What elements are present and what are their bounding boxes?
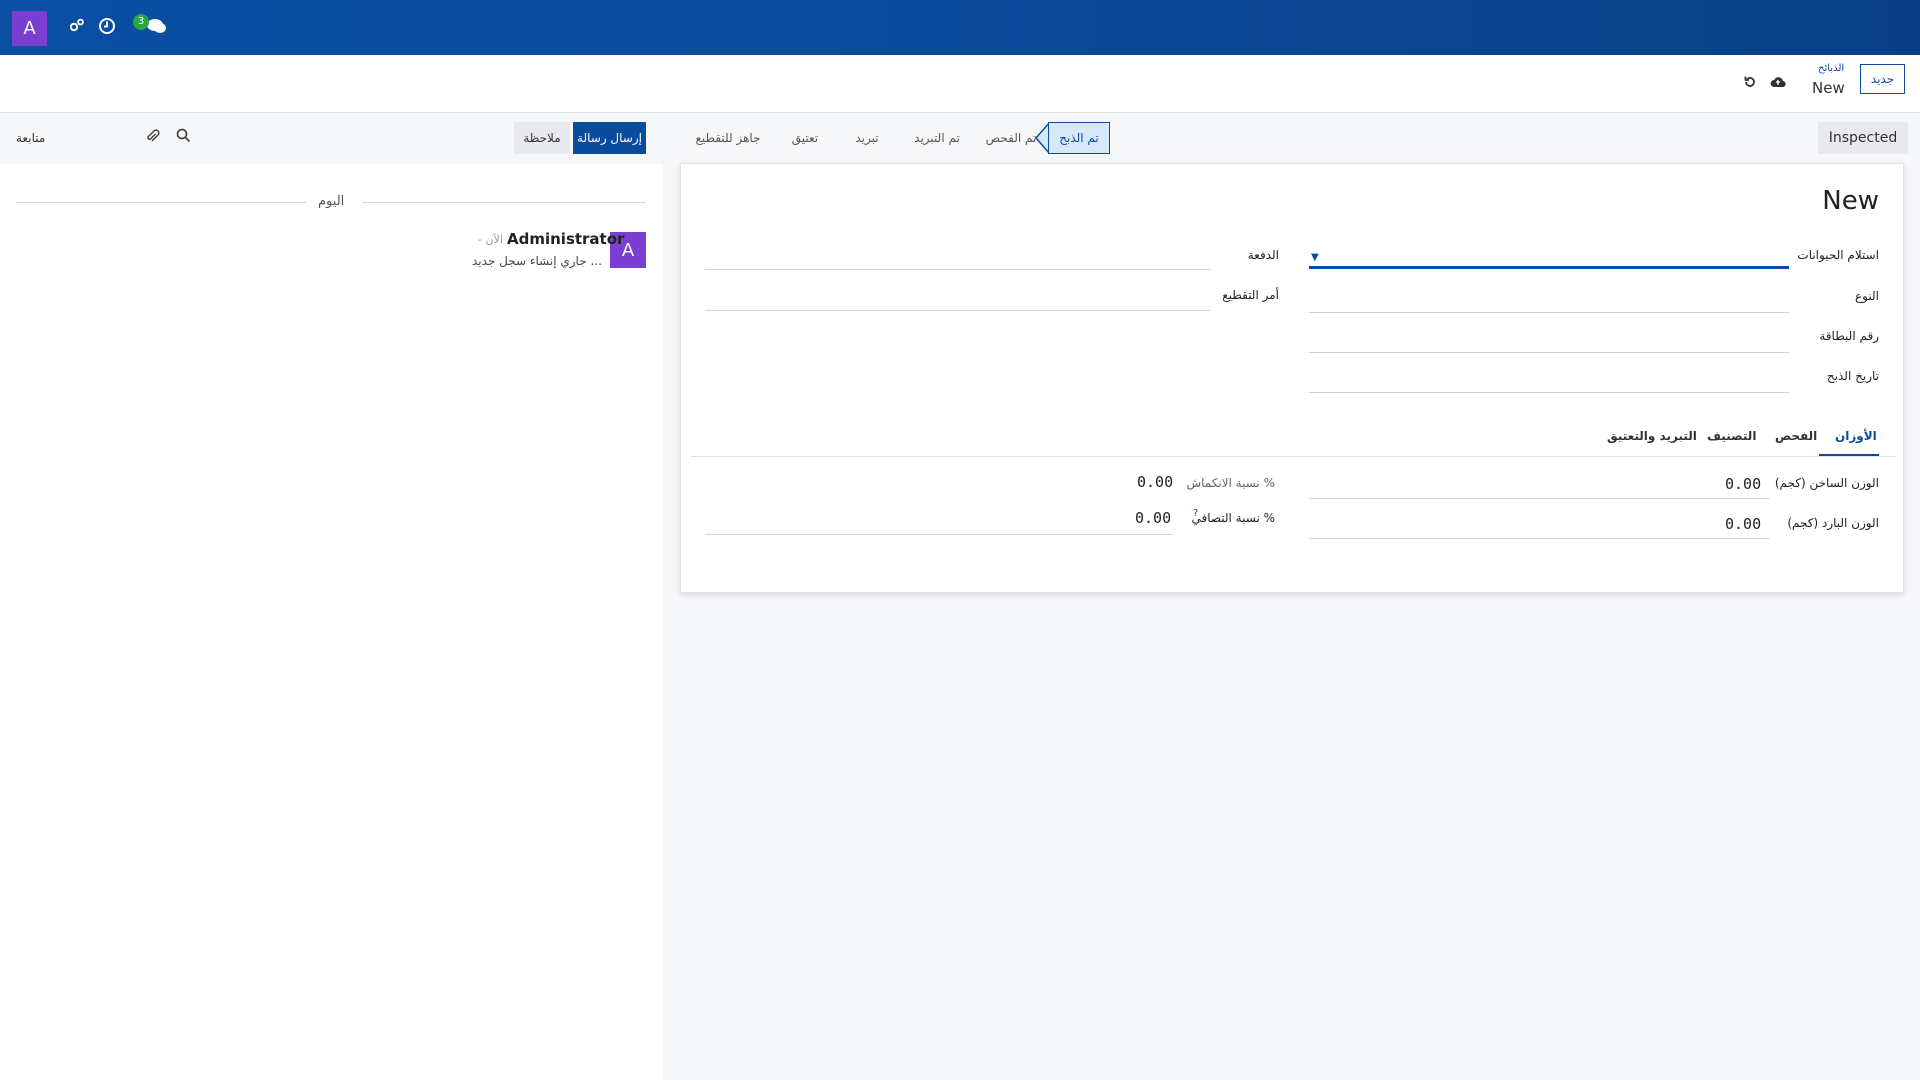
message-time: - الآن — [478, 233, 503, 246]
message-author[interactable]: Administrator — [507, 230, 624, 248]
date-separator-line — [16, 202, 306, 203]
chat-icon[interactable] — [146, 17, 168, 40]
field-label-slaughter-date: تاريخ الذبح — [1826, 369, 1879, 383]
follow-button[interactable]: متابعة — [16, 131, 45, 145]
clock-icon[interactable] — [98, 17, 116, 40]
field-label-type: النوع — [1855, 289, 1879, 303]
batch-input[interactable] — [705, 269, 1211, 270]
cloud-upload-icon[interactable] — [1770, 75, 1786, 93]
slaughter-date-input[interactable] — [1309, 392, 1789, 393]
net-ratio-input[interactable] — [705, 534, 1173, 535]
paperclip-icon[interactable] — [145, 128, 160, 148]
field-label-card-number: رقم البطاقة — [1819, 329, 1879, 343]
field-label-batch: الدفعة — [1247, 248, 1279, 262]
stage-ready-to-cut[interactable]: جاهز للتقطيع — [688, 122, 768, 154]
tab-chilling-aging[interactable]: التبريد والتعتيق — [1607, 429, 1697, 443]
date-separator: اليوم — [318, 194, 345, 209]
tab-weights[interactable]: الأوزان — [1835, 429, 1877, 443]
net-ratio-value[interactable]: 0.00 — [1135, 509, 1171, 527]
tabs-divider — [691, 456, 1896, 457]
card-number-input[interactable] — [1309, 352, 1789, 353]
help-tooltip-icon[interactable]: ? — [1193, 508, 1198, 519]
new-button[interactable]: جديد — [1860, 64, 1905, 94]
hot-weight-input[interactable] — [1309, 498, 1769, 499]
tab-inspection[interactable]: الفحص — [1775, 429, 1817, 443]
tab-classification[interactable]: التصنيف — [1707, 429, 1756, 443]
search-icon[interactable] — [176, 128, 191, 147]
stage-chilled[interactable]: تم التبريد — [898, 122, 976, 154]
field-label-cold-weight: الوزن البارد (كجم) — [1787, 516, 1879, 530]
field-label-net-ratio: نسبة التصافي % — [1191, 511, 1275, 525]
field-label-cutting-order: أمر التقطيع — [1222, 288, 1279, 302]
chatter-panel: إرسال رسالة ملاحظة متابعة اليوم A Admini… — [0, 114, 663, 1080]
control-panel: جديد الذبائح New — [0, 55, 1920, 113]
breadcrumb-parent[interactable]: الذبائح — [1818, 63, 1844, 74]
stage-chilling[interactable]: تبريد — [842, 122, 892, 154]
stage-inspected[interactable]: تم الفحص — [975, 122, 1047, 154]
chatter-toolbar: إرسال رسالة ملاحظة متابعة — [0, 114, 663, 164]
cold-weight-value[interactable]: 0.00 — [1725, 515, 1761, 533]
gears-icon[interactable] — [69, 17, 85, 38]
type-input[interactable] — [1309, 312, 1789, 313]
status-button[interactable]: Inspected — [1818, 122, 1908, 154]
active-tab-indicator — [1819, 454, 1879, 456]
field-label-hot-weight: الوزن الساخن (كجم) — [1774, 476, 1879, 490]
caret-down-icon[interactable]: ▼ — [1311, 252, 1319, 263]
cutting-order-input[interactable] — [705, 310, 1211, 311]
animal-receipt-input[interactable] — [1309, 266, 1789, 269]
field-label-shrink-ratio: نسبة الانكماش % — [1186, 476, 1275, 490]
undo-icon[interactable] — [1743, 75, 1757, 93]
message-count-badge: 3 — [133, 14, 149, 30]
field-label-animal-receipt: استلام الحيوانات — [1797, 248, 1879, 262]
breadcrumb-current: New — [1812, 79, 1845, 97]
form-sheet: New استلام الحيوانات ▼ النوع رقم البطاقة… — [680, 163, 1904, 593]
cold-weight-input[interactable] — [1309, 538, 1769, 539]
record-title: New — [1822, 186, 1879, 216]
message-body: جاري إنشاء سجل جديد ... — [472, 254, 602, 268]
stage-aging[interactable]: تعتيق — [780, 122, 830, 154]
send-message-button[interactable]: إرسال رسالة — [573, 122, 646, 154]
top-navbar: A 3 — [0, 0, 1920, 55]
log-note-button[interactable]: ملاحظة — [514, 122, 570, 154]
hot-weight-value[interactable]: 0.00 — [1725, 475, 1761, 493]
stage-slaughtered[interactable]: تم الذبح — [1048, 122, 1110, 154]
user-avatar[interactable]: A — [12, 11, 47, 46]
shrink-ratio-value: 0.00 — [1137, 473, 1174, 491]
date-separator-line — [362, 202, 646, 203]
